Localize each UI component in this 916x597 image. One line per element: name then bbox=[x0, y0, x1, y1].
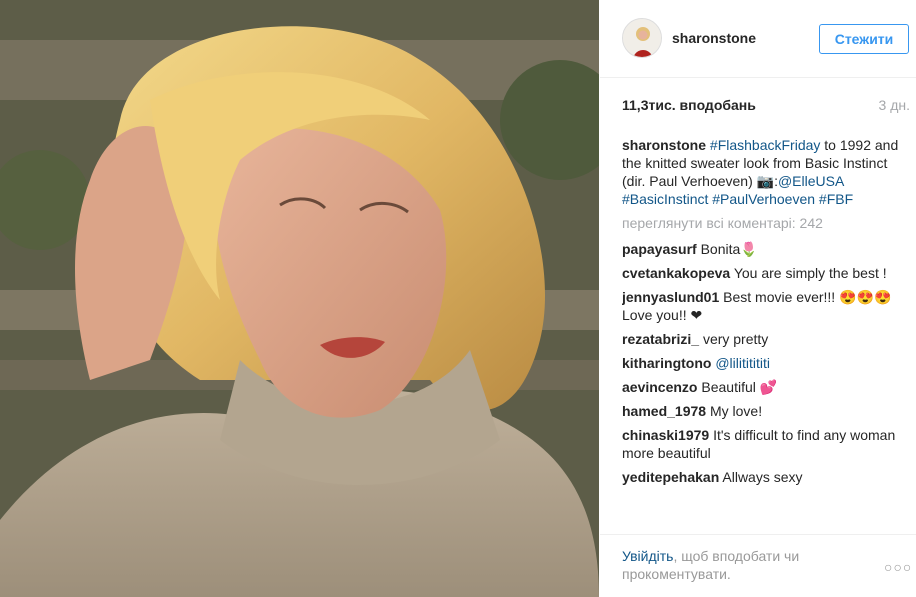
comment-item: jennyaslund01 Best movie ever!!! 😍😍😍 Lov… bbox=[622, 288, 910, 324]
mention-link[interactable]: @lilititititi bbox=[715, 355, 770, 371]
comment-username[interactable]: kitharingtono bbox=[622, 355, 711, 371]
avatar[interactable] bbox=[622, 18, 662, 58]
hashtag-link[interactable]: #BasicInstinct bbox=[622, 191, 708, 207]
caption: sharonstone #FlashbackFriday to 1992 and… bbox=[622, 136, 910, 208]
likes-count[interactable]: 11,3тис. вподобань bbox=[622, 97, 756, 113]
comment-item: cvetankakopeva You are simply the best ! bbox=[622, 264, 910, 282]
login-link[interactable]: Увійдіть bbox=[622, 548, 673, 564]
hashtag-link[interactable]: #PaulVerhoeven bbox=[712, 191, 815, 207]
post-time[interactable]: 3 дн. bbox=[879, 97, 910, 113]
photo-illustration bbox=[0, 0, 599, 597]
more-dots-icon[interactable]: ○○○ bbox=[884, 559, 912, 575]
comment-username[interactable]: cvetankakopeva bbox=[622, 265, 730, 281]
comment-text: very pretty bbox=[702, 331, 769, 347]
post-header: sharonstone Стежити bbox=[600, 0, 916, 78]
comment-username[interactable]: rezatabrizi_ bbox=[622, 331, 699, 347]
comment-item: kitharingtono @lilititititi bbox=[622, 354, 910, 372]
login-prompt: Увійдіть, щоб вподобати чи прокоментуват… bbox=[622, 547, 852, 583]
comment-item: rezatabrizi_ very pretty bbox=[622, 330, 910, 348]
comment-text: My love! bbox=[709, 403, 763, 419]
comment-username[interactable]: jennyaslund01 bbox=[622, 289, 719, 305]
comment-username[interactable]: hamed_1978 bbox=[622, 403, 706, 419]
comment-item: yeditepehakan Allways sexy bbox=[622, 468, 910, 486]
comment-item: hamed_1978 My love! bbox=[622, 402, 910, 420]
post-username[interactable]: sharonstone bbox=[672, 30, 756, 46]
comment-text: Beautiful 💕 bbox=[701, 379, 778, 395]
comment-text: Allways sexy bbox=[722, 469, 803, 485]
post-photo[interactable] bbox=[0, 0, 599, 597]
hashtag-link[interactable]: #FlashbackFriday bbox=[710, 137, 821, 153]
comment-username[interactable]: chinaski1979 bbox=[622, 427, 709, 443]
comment-item: aevincenzo Beautiful 💕 bbox=[622, 378, 910, 396]
comment-username[interactable]: aevincenzo bbox=[622, 379, 697, 395]
comment-text: You are simply the best ! bbox=[733, 265, 887, 281]
comment-text: Bonita🌷 bbox=[700, 241, 758, 257]
comment-username[interactable]: papayasurf bbox=[622, 241, 697, 257]
caption-username[interactable]: sharonstone bbox=[622, 137, 706, 153]
hashtag-link[interactable]: @ElleUSA bbox=[778, 173, 844, 189]
comment-item: chinaski1979 It's difficult to find any … bbox=[622, 426, 910, 462]
comment-item: papayasurf Bonita🌷 bbox=[622, 240, 910, 258]
post-footer: Увійдіть, щоб вподобати чи прокоментуват… bbox=[600, 534, 916, 597]
post-sidebar: sharonstone Стежити 11,3тис. вподобань 3… bbox=[600, 0, 916, 597]
view-all-comments-link[interactable]: переглянути всі коментарі: 242 bbox=[622, 214, 910, 232]
comment-username[interactable]: yeditepehakan bbox=[622, 469, 719, 485]
comments-list: sharonstone #FlashbackFriday to 1992 and… bbox=[622, 136, 910, 534]
hashtag-link[interactable]: #FBF bbox=[819, 191, 853, 207]
likes-row: 11,3тис. вподобань 3 дн. bbox=[622, 97, 910, 117]
avatar-image bbox=[623, 19, 661, 57]
follow-button[interactable]: Стежити bbox=[819, 24, 909, 54]
